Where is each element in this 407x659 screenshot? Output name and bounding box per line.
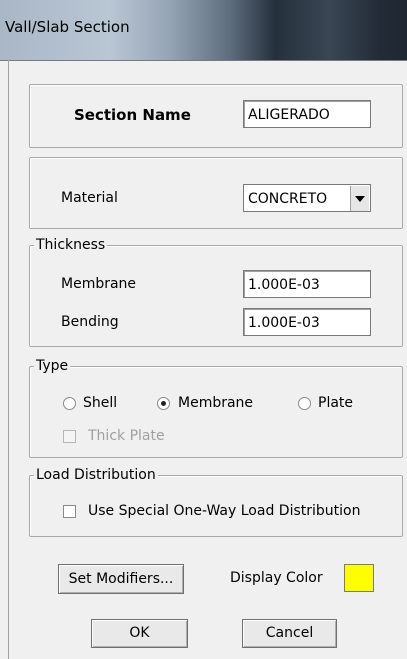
- material-select[interactable]: CONCRETO: [243, 184, 371, 212]
- radio-membrane[interactable]: [157, 397, 170, 410]
- section-name-label: Section Name: [74, 106, 191, 124]
- display-color-label: Display Color: [230, 570, 323, 586]
- set-modifiers-button[interactable]: Set Modifiers...: [58, 564, 184, 594]
- load-distribution-legend: Load Distribution: [34, 467, 158, 483]
- display-color-swatch[interactable]: [344, 564, 374, 592]
- bending-label: Bending: [61, 314, 119, 330]
- membrane-thickness-input[interactable]: 1.000E-03: [243, 270, 371, 298]
- thickness-legend: Thickness: [34, 237, 108, 253]
- chevron-down-icon: [355, 196, 365, 202]
- thick-plate-label[interactable]: Thick Plate: [88, 428, 165, 444]
- material-selected-value: CONCRETO: [248, 191, 328, 207]
- one-way-load-label[interactable]: Use Special One-Way Load Distribution: [88, 503, 360, 519]
- membrane-label: Membrane: [61, 276, 137, 292]
- radio-plate[interactable]: [298, 397, 311, 410]
- bending-thickness-input[interactable]: 1.000E-03: [243, 308, 371, 336]
- material-label: Material: [61, 190, 118, 206]
- window-title: Vall/Slab Section: [5, 18, 130, 36]
- material-dropdown-button[interactable]: [350, 186, 369, 211]
- thick-plate-checkbox[interactable]: [63, 430, 76, 443]
- radio-shell-label[interactable]: Shell: [83, 395, 117, 411]
- radio-plate-label[interactable]: Plate: [318, 395, 353, 411]
- radio-shell[interactable]: [63, 397, 76, 410]
- section-name-input[interactable]: ALIGERADO: [243, 100, 371, 128]
- radio-selected-dot: [161, 401, 166, 406]
- type-legend: Type: [34, 358, 71, 374]
- title-bar[interactable]: Vall/Slab Section: [0, 0, 407, 61]
- cancel-button[interactable]: Cancel: [242, 619, 337, 648]
- ok-button[interactable]: OK: [91, 619, 188, 648]
- one-way-load-checkbox[interactable]: [63, 505, 76, 518]
- radio-membrane-label[interactable]: Membrane: [178, 395, 253, 411]
- type-group: [29, 366, 403, 458]
